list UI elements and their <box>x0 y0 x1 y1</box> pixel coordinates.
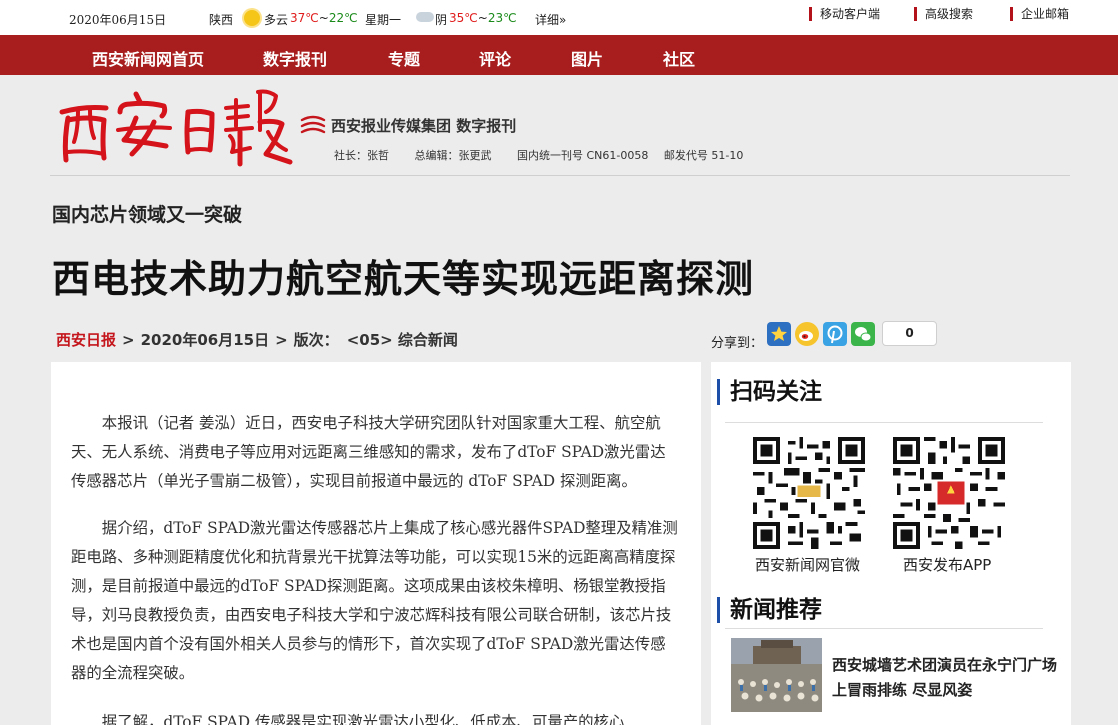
nav-photos[interactable]: 图片 <box>571 46 603 70</box>
article-paragraph: 本报讯（记者 姜泓）近日，西安电子科技大学研究团队针对国家重大工程、航空航天、无… <box>71 414 666 490</box>
share-count: 0 <box>882 321 937 346</box>
weather-details-link[interactable]: 详细» <box>535 11 566 28</box>
divider <box>725 628 1043 629</box>
breadcrumb-date[interactable]: 2020年06月15日 <box>141 331 270 349</box>
sidebar: 扫码关注 西安新闻网官微 西安发布APP 新闻推荐 西安城墙艺术团演员在永宁门广… <box>711 362 1071 725</box>
article-paragraph: 据了解，dToF SPAD 传感器是实现激光雷达小型化、低成本、可量产的核心 <box>101 713 625 725</box>
nav-community[interactable]: 社区 <box>663 46 695 70</box>
news-thumbnail[interactable] <box>731 638 822 712</box>
weather-condition-tomorrow: 阴 <box>435 13 448 27</box>
temperature-today: 37℃~22℃ <box>290 11 358 25</box>
follow-section-title: 扫码关注 <box>717 379 822 405</box>
article-kicker: 国内芯片领域又一突破 <box>52 204 243 226</box>
advanced-search-link[interactable]: 高级搜索 <box>914 7 973 21</box>
current-date: 2020年06月15日 <box>69 13 167 27</box>
app-qr-code <box>893 437 1005 549</box>
weibo-share-icon[interactable] <box>795 322 819 346</box>
article-body: 本报讯（记者 姜泓）近日，西安电子科技大学研究团队针对国家重大工程、航空航天、无… <box>51 362 701 725</box>
overcast-icon <box>416 12 434 22</box>
breadcrumb-edition[interactable]: <05> 综合新闻 <box>347 331 458 349</box>
weekday: 星期一 <box>365 13 402 27</box>
news-recommend-title: 新闻推荐 <box>717 597 822 623</box>
article-paragraph: 据介绍，dToF SPAD激光雷达传感器芯片上集成了核心感光器件SPAD整理及精… <box>71 519 678 682</box>
nav-topics[interactable]: 专题 <box>388 46 420 70</box>
enterprise-mail-link[interactable]: 企业邮箱 <box>1010 7 1069 21</box>
mobile-client-link[interactable]: 移动客户端 <box>809 7 880 21</box>
media-group-name: 西安报业传媒集团 数字报刊 <box>331 117 517 135</box>
main-nav: 西安新闻网首页 数字报刊 专题 评论 图片 社区 <box>0 35 1118 75</box>
nav-commentary[interactable]: 评论 <box>479 46 511 70</box>
masthead: 西安报业传媒集团 数字报刊 社长：张哲 总编辑：张更武 国内统一刊号 CN61-… <box>50 80 1070 176</box>
president-credit: 社长：张哲 <box>334 149 389 162</box>
media-group-icon <box>300 114 326 136</box>
weather-condition-today: 多云 <box>264 13 289 27</box>
divider <box>725 422 1043 423</box>
top-info-bar: 2020年06月15日 陕西 多云 37℃~22℃ 星期一 阴 35℃~23℃ … <box>0 0 1118 35</box>
breadcrumb-paper[interactable]: 西安日报 <box>56 331 116 349</box>
partly-cloudy-icon <box>244 10 260 26</box>
pinterest-share-icon[interactable] <box>823 322 847 346</box>
qzone-share-icon[interactable] <box>767 322 791 346</box>
nav-digital-paper[interactable]: 数字报刊 <box>263 46 327 70</box>
weather-city: 陕西 <box>209 13 234 27</box>
weibo-qr-code <box>753 437 865 549</box>
chief-editor-credit: 总编辑：张更武 <box>414 149 492 162</box>
share-label: 分享到： <box>711 336 764 351</box>
temperature-tomorrow: 35℃~23℃ <box>449 11 517 25</box>
postal-code: 邮发代号 51-10 <box>663 149 744 162</box>
news-item-title[interactable]: 西安城墙艺术团演员在永宁门广场上冒雨排练 尽显风姿 <box>832 653 1057 703</box>
article-headline: 西电技术助力航空航天等实现远距离探测 <box>52 257 755 301</box>
nav-home[interactable]: 西安新闻网首页 <box>92 46 204 70</box>
breadcrumb: 西安日报 >2020年06月15日 > 版次： <05> 综合新闻 <box>56 331 458 349</box>
cn-number: 国内统一刊号 CN61-0058 <box>517 149 649 162</box>
qr-caption-app: 西安发布APP <box>903 556 992 574</box>
qr-caption-weibo: 西安新闻网官微 <box>755 556 861 574</box>
edition-label: 版次： <box>293 331 339 349</box>
publication-meta: 社长：张哲 总编辑：张更武 国内统一刊号 CN61-0058 邮发代号 51-1… <box>334 147 765 163</box>
xian-daily-logo[interactable] <box>54 82 294 168</box>
wechat-share-icon[interactable] <box>851 322 875 346</box>
